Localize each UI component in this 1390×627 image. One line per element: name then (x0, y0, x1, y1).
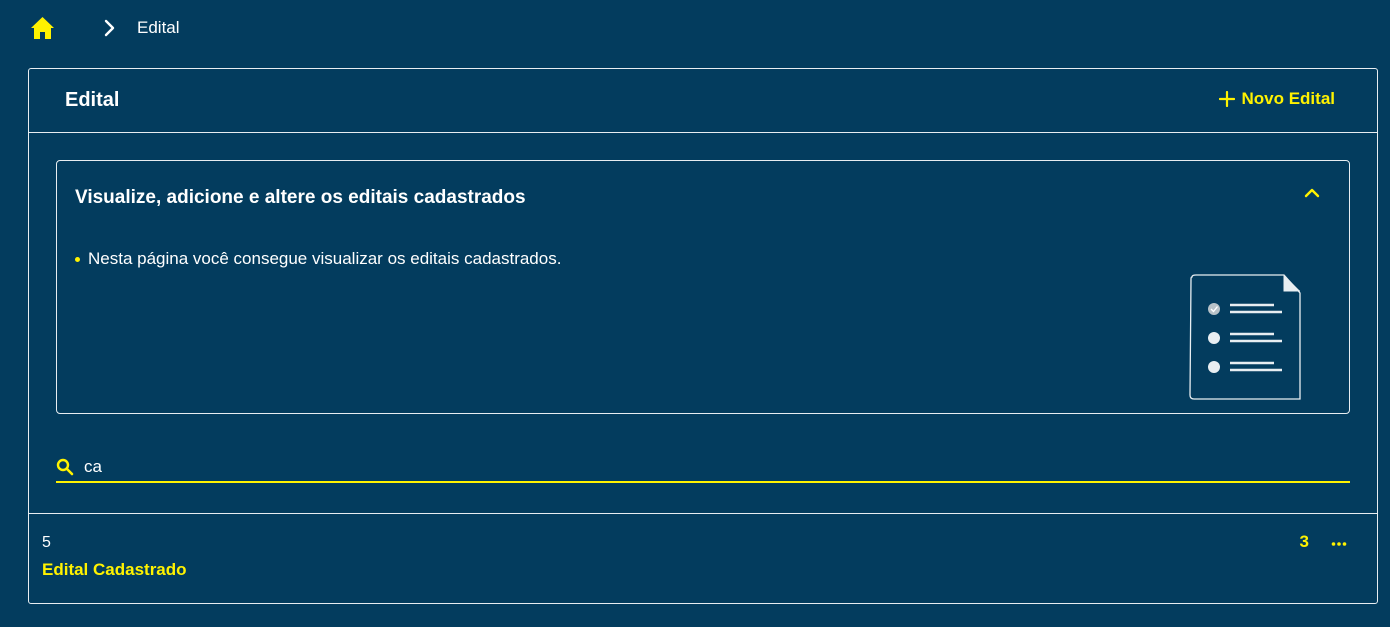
search-icon (56, 458, 74, 476)
card-header: Edital Novo Edital (29, 69, 1377, 133)
list-item: 5 Edital Cadastrado 3 (29, 514, 1377, 604)
search-bar (56, 453, 1350, 483)
chevron-right-icon (103, 19, 117, 37)
item-number: 5 (42, 534, 51, 551)
plus-icon (1219, 90, 1236, 108)
breadcrumb: Edital (30, 14, 180, 42)
item-title-link[interactable]: Edital Cadastrado (42, 560, 187, 580)
new-edital-label: Novo Edital (1241, 89, 1335, 108)
breadcrumb-current: Edital (137, 18, 180, 37)
info-title: Visualize, adicione e altere os editais … (75, 187, 526, 208)
new-edital-button[interactable]: Novo Edital (1219, 89, 1335, 109)
item-count: 3 (1299, 532, 1309, 551)
bullet-dot (75, 256, 80, 262)
more-horizontal-icon[interactable] (1331, 536, 1347, 546)
search-input[interactable] (84, 457, 1324, 477)
info-bullet: Nesta página você consegue visualizar os… (75, 249, 561, 269)
edital-card: Edital Novo Edital Visualize, adicione e… (28, 68, 1378, 604)
chevron-up-icon[interactable] (1303, 185, 1321, 199)
home-icon[interactable] (30, 16, 55, 40)
checklist-document-illustration (1188, 273, 1302, 401)
page-title: Edital (65, 89, 120, 111)
info-bullet-text: Nesta página você consegue visualizar os… (88, 249, 562, 268)
info-panel: Visualize, adicione e altere os editais … (56, 160, 1350, 414)
